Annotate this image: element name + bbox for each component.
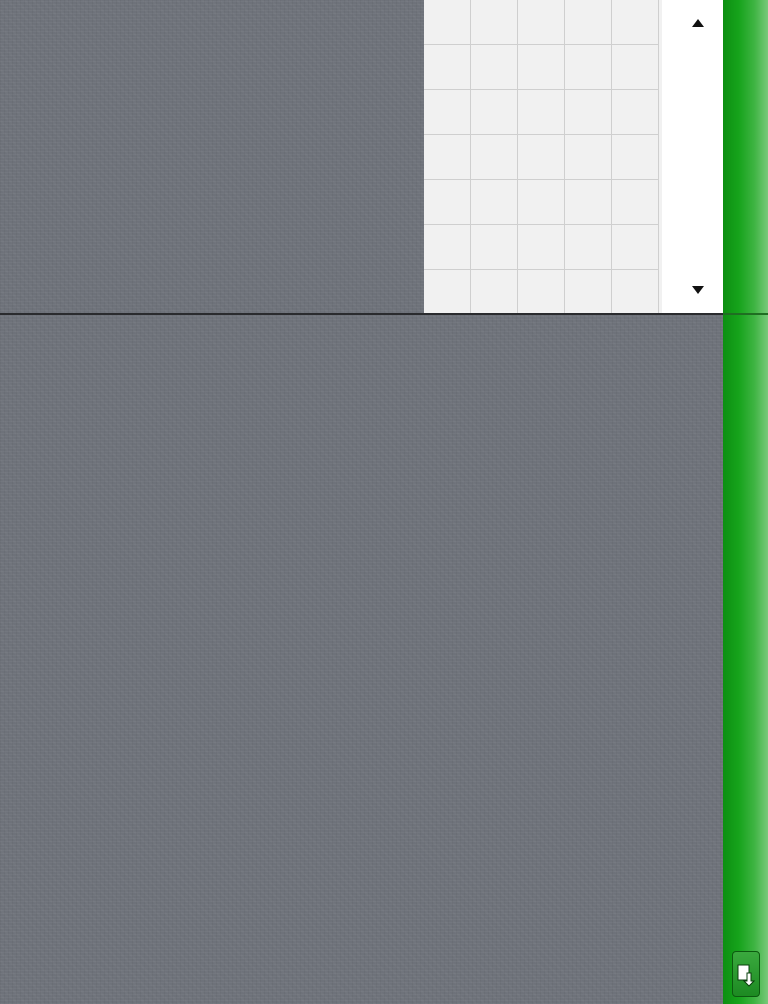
- grid-cell[interactable]: [518, 225, 565, 270]
- grid-cell[interactable]: [518, 180, 565, 225]
- grid-cell[interactable]: [518, 135, 565, 180]
- grid-cell[interactable]: [471, 0, 518, 45]
- grid-cell[interactable]: [471, 225, 518, 270]
- scroll-up-arrow-icon[interactable]: [692, 19, 704, 27]
- grid-cell[interactable]: [471, 45, 518, 90]
- grid-cell[interactable]: [518, 270, 565, 313]
- grid-cell[interactable]: [612, 90, 659, 135]
- grid-cell[interactable]: [612, 0, 659, 45]
- grid-cell[interactable]: [612, 45, 659, 90]
- app-screen: [0, 0, 768, 1004]
- grid-cell[interactable]: [565, 180, 612, 225]
- grid-cell[interactable]: [565, 270, 612, 313]
- grid-cell[interactable]: [424, 270, 471, 313]
- grid-cell[interactable]: [424, 0, 471, 45]
- grid-cell[interactable]: [565, 225, 612, 270]
- grid-table[interactable]: [424, 0, 662, 313]
- grid-cell[interactable]: [424, 45, 471, 90]
- grid-cell[interactable]: [518, 90, 565, 135]
- grid-cell[interactable]: [518, 45, 565, 90]
- pane-divider[interactable]: [0, 313, 768, 315]
- grid-cell[interactable]: [471, 135, 518, 180]
- grid-cell[interactable]: [612, 270, 659, 313]
- export-button[interactable]: [732, 951, 760, 997]
- grid-cell[interactable]: [424, 135, 471, 180]
- scroll-down-arrow-icon[interactable]: [692, 286, 704, 294]
- right-sidebar: [723, 0, 768, 1004]
- scroll-panel: [662, 0, 723, 313]
- grid-cell[interactable]: [612, 135, 659, 180]
- grid-cell[interactable]: [471, 90, 518, 135]
- grid-cell[interactable]: [518, 0, 565, 45]
- grid-cell[interactable]: [424, 225, 471, 270]
- sidebar-divider: [723, 313, 768, 315]
- grid-cell[interactable]: [565, 135, 612, 180]
- grid-cell[interactable]: [471, 270, 518, 313]
- grid-cell[interactable]: [612, 225, 659, 270]
- grid-cell[interactable]: [471, 180, 518, 225]
- grid-cell[interactable]: [424, 180, 471, 225]
- grid-cell[interactable]: [612, 180, 659, 225]
- document-export-icon: [737, 964, 756, 987]
- grid-cell[interactable]: [565, 0, 612, 45]
- grid-cell[interactable]: [565, 45, 612, 90]
- grid-panel[interactable]: [424, 0, 662, 313]
- grid-cell[interactable]: [565, 90, 612, 135]
- grid-cell[interactable]: [424, 90, 471, 135]
